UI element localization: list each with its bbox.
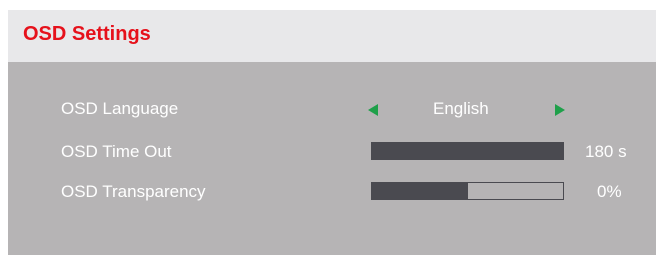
osd-timeout-slider[interactable] [371, 142, 564, 160]
osd-title: OSD Settings [23, 23, 151, 45]
osd-language-label: OSD Language [61, 99, 179, 118]
osd-timeout-slider-fill [372, 143, 563, 159]
osd-header: OSD Settings [8, 10, 656, 62]
osd-panel: OSD Settings OSD Language English OSD Ti… [8, 10, 656, 255]
osd-language-value[interactable]: English [433, 99, 489, 119]
osd-transparency-slider[interactable] [371, 182, 564, 200]
osd-transparency-slider-fill [372, 183, 468, 199]
osd-timeout-label: OSD Time Out [61, 142, 172, 161]
triangle-right-icon[interactable] [555, 104, 565, 116]
osd-transparency-value: 0% [597, 182, 622, 201]
osd-timeout-value: 180 s [585, 142, 627, 161]
osd-transparency-label: OSD Transparency [61, 182, 206, 201]
triangle-left-icon[interactable] [368, 104, 378, 116]
